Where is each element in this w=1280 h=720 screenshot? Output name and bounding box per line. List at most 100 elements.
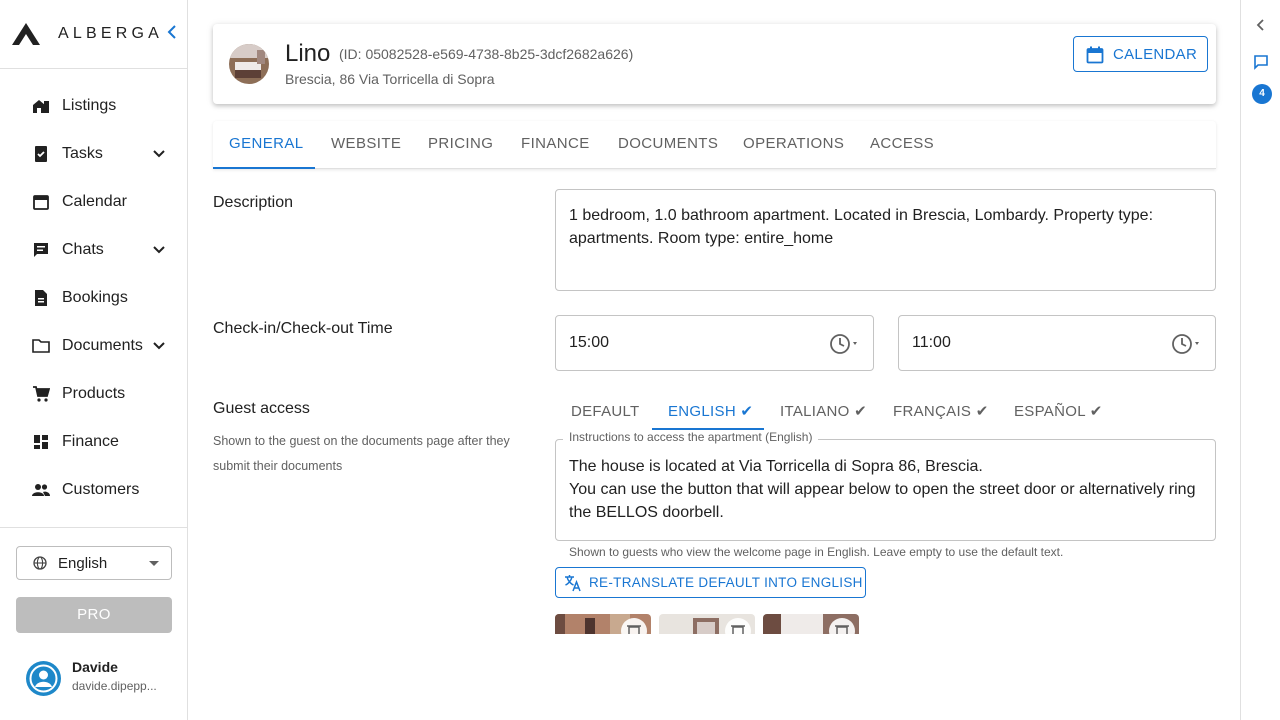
listing-name: Lino	[285, 40, 331, 67]
checkin-time-value: 15:00	[569, 334, 610, 351]
chevron-down-icon[interactable]	[152, 339, 166, 353]
calendar-button[interactable]: CALENDAR	[1073, 36, 1208, 72]
translate-icon	[565, 575, 581, 592]
listing-address: Brescia, 86 Via Torricella di Sopra	[285, 71, 495, 87]
user-name: Davide	[72, 659, 118, 675]
checkout-time-field[interactable]: 11:00	[898, 315, 1216, 371]
instructions-line: You can use the button that will appear …	[569, 481, 1196, 521]
chat-bubble-icon[interactable]	[1253, 54, 1269, 70]
checkin-time-field[interactable]: 15:00	[555, 315, 874, 371]
trash-icon	[731, 625, 745, 634]
sidebar-item-listings[interactable]: Listings	[0, 82, 188, 130]
chevron-left-icon	[167, 25, 176, 39]
sidebar-item-label: Documents	[62, 337, 143, 354]
user-email: davide.dipepp...	[72, 679, 157, 693]
dropdown-caret-icon	[149, 561, 159, 566]
listings-icon	[33, 100, 49, 113]
instructions-line: The house is located at Via Torricella d…	[569, 458, 983, 475]
checkin-checkout-label: Check-in/Check-out Time	[213, 320, 393, 337]
delete-photo-button[interactable]	[725, 618, 751, 634]
calendar-icon	[1086, 46, 1104, 64]
instructions-field[interactable]: The house is located at Via Torricella d…	[555, 439, 1216, 541]
user-profile[interactable]: Davide davide.dipepp...	[26, 659, 176, 699]
chats-icon	[34, 243, 48, 257]
guest-access-description: Shown to the guest on the documents page…	[213, 434, 510, 473]
lang-tab-italiano[interactable]: ITALIANO ✔	[780, 397, 867, 429]
delete-photo-button[interactable]	[621, 618, 647, 634]
tasks-icon	[35, 146, 47, 162]
sidebar-item-label: Customers	[62, 481, 140, 498]
tab-operations[interactable]: OPERATIONS	[743, 121, 844, 169]
chevron-down-icon[interactable]	[152, 147, 166, 161]
trash-icon	[627, 625, 641, 634]
sidebar-item-label: Bookings	[62, 289, 128, 306]
description-field[interactable]: 1 bedroom, 1.0 bathroom apartment. Locat…	[555, 189, 1216, 291]
bookings-icon	[35, 290, 47, 306]
clock-icon[interactable]	[1171, 333, 1203, 355]
sidebar-item-tasks[interactable]: Tasks	[0, 130, 188, 178]
chevron-down-icon[interactable]	[152, 243, 166, 257]
tab-pricing[interactable]: PRICING	[428, 121, 493, 169]
sidebar-item-products[interactable]: Products	[0, 370, 188, 418]
customers-icon	[32, 484, 50, 496]
sidebar-item-documents[interactable]: Documents	[0, 322, 188, 370]
tab-general[interactable]: GENERAL	[229, 121, 304, 169]
collapse-sidebar-button[interactable]	[164, 25, 180, 43]
globe-icon	[33, 556, 47, 570]
chevron-left-icon[interactable]	[1254, 18, 1268, 32]
calendar-icon	[33, 195, 49, 210]
tab-documents[interactable]: DOCUMENTS	[618, 121, 718, 169]
description-label: Description	[213, 194, 294, 211]
app-root: ALBERGA Listings Tasks Calendar Chats Bo…	[0, 0, 1280, 720]
access-photo[interactable]	[659, 614, 755, 634]
listing-id: (ID: 05082528-e569-4738-8b25-3dcf2682a62…	[339, 46, 634, 62]
brand-header: ALBERGA	[0, 0, 188, 69]
access-photo[interactable]	[555, 614, 651, 634]
lang-tab-english[interactable]: ENGLISH ✔	[668, 397, 753, 429]
sidebar: ALBERGA Listings Tasks Calendar Chats Bo…	[0, 0, 188, 720]
lang-tab-espanol[interactable]: ESPAÑOL ✔	[1014, 397, 1103, 429]
sidebar-item-bookings[interactable]: Bookings	[0, 274, 188, 322]
user-avatar-icon	[29, 664, 58, 693]
instructions-field-label: Instructions to access the apartment (En…	[563, 430, 819, 444]
tab-website[interactable]: WEBSITE	[331, 121, 401, 169]
sidebar-item-calendar[interactable]: Calendar	[0, 178, 188, 226]
clock-icon[interactable]	[829, 333, 861, 355]
checkout-time-value: 11:00	[912, 334, 951, 351]
delete-photo-button[interactable]	[829, 618, 855, 634]
tab-access[interactable]: ACCESS	[870, 121, 934, 169]
sidebar-nav: Listings Tasks Calendar Chats Bookings D…	[0, 82, 188, 514]
language-select-value: English	[58, 555, 108, 572]
access-photo[interactable]	[763, 614, 859, 634]
retranslate-button[interactable]: RE-TRANSLATE DEFAULT INTO ENGLISH	[555, 567, 866, 598]
avatar	[26, 661, 61, 696]
sidebar-item-finance[interactable]: Finance	[0, 418, 188, 466]
pro-button[interactable]: PRO	[16, 597, 172, 633]
alberga-logo-icon	[12, 23, 40, 45]
listing-thumbnail-image	[229, 44, 269, 84]
listing-photo	[229, 44, 269, 84]
lang-tab-default[interactable]: DEFAULT	[571, 397, 640, 429]
sidebar-item-label: Products	[62, 385, 126, 402]
tab-finance[interactable]: FINANCE	[521, 121, 590, 169]
tab-indicator	[213, 167, 315, 169]
sidebar-item-customers[interactable]: Customers	[0, 466, 188, 514]
sidebar-item-label: Tasks	[62, 145, 103, 162]
sidebar-item-label: Chats	[62, 241, 104, 258]
sidebar-footer: English PRO Davide davide.dipepp...	[0, 527, 188, 720]
listing-header-card: Lino (ID: 05082528-e569-4738-8b25-3dcf26…	[213, 24, 1216, 104]
access-photos	[555, 614, 875, 634]
retranslate-button-label: RE-TRANSLATE DEFAULT INTO ENGLISH	[589, 575, 863, 590]
finance-icon	[34, 435, 48, 449]
brand-name: ALBERGA	[58, 25, 163, 42]
sidebar-item-label: Listings	[62, 97, 117, 114]
lang-tab-francais[interactable]: FRANÇAIS ✔	[893, 397, 989, 429]
calendar-button-label: CALENDAR	[1113, 46, 1198, 63]
guest-access-label: Guest access	[213, 400, 310, 417]
sidebar-item-label: Finance	[62, 433, 119, 450]
sidebar-item-label: Calendar	[62, 193, 127, 210]
notification-badge[interactable]: 4	[1252, 84, 1272, 104]
language-select[interactable]: English	[16, 546, 172, 580]
instructions-helper-text: Shown to guests who view the welcome pag…	[569, 545, 1064, 559]
sidebar-item-chats[interactable]: Chats	[0, 226, 188, 274]
